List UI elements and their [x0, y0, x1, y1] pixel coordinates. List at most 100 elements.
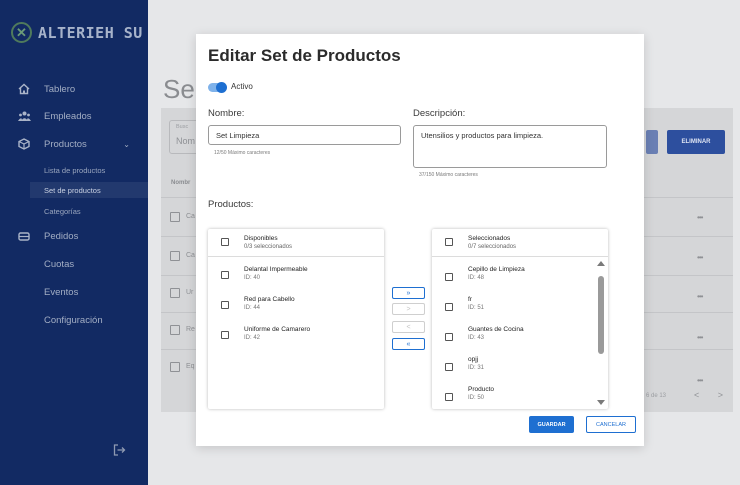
- list-item[interactable]: Producto ID: 50: [432, 386, 608, 408]
- list-item[interactable]: Guantes de Cocina ID: 43: [432, 326, 608, 356]
- row-checkbox[interactable]: [170, 251, 180, 261]
- name-input[interactable]: [208, 125, 401, 145]
- item-checkbox[interactable]: [221, 271, 229, 279]
- scroll-down-arrow-icon[interactable]: [597, 400, 605, 405]
- logout-icon[interactable]: [113, 444, 126, 459]
- row-menu-icon[interactable]: •••: [697, 213, 703, 222]
- sidebar-item-cuotas[interactable]: Cuotas: [0, 253, 148, 275]
- row-checkbox[interactable]: [170, 212, 180, 222]
- item-name: Guantes de Cocina: [468, 326, 524, 333]
- name-helper-text: 12/50 Máximo caracteres: [214, 150, 271, 156]
- item-checkbox[interactable]: [445, 273, 453, 281]
- move-all-right-button[interactable]: »: [392, 287, 425, 299]
- dialog-title: Editar Set de Productos: [208, 46, 401, 65]
- pagination-arrows: < >: [694, 390, 723, 400]
- sidebar-subitem-lista-productos[interactable]: Lista de productos: [44, 166, 105, 175]
- row-menu-icon[interactable]: •••: [697, 292, 703, 301]
- item-id: ID: 48: [468, 275, 485, 281]
- sidebar-item-productos[interactable]: Productos ⌄: [0, 133, 148, 155]
- sidebar-item-label: Productos: [44, 138, 87, 150]
- delete-button[interactable]: ELIMINAR: [667, 130, 725, 154]
- products-label: Productos:: [208, 199, 254, 210]
- item-checkbox[interactable]: [221, 301, 229, 309]
- sidebar-item-configuracion[interactable]: Configuración: [0, 309, 148, 331]
- item-name: Delantal Impermeable: [244, 266, 308, 273]
- row-checkbox[interactable]: [170, 288, 180, 298]
- selected-products-list: Seleccionados 0/7 seleccionados Cepillo …: [432, 229, 608, 409]
- sidebar-item-label: Tablero: [44, 83, 76, 95]
- item-name: Uniforme de Camarero: [244, 326, 311, 333]
- description-label: Descripción:: [413, 108, 466, 119]
- item-checkbox[interactable]: [445, 333, 453, 341]
- scroll-up-arrow-icon[interactable]: [597, 261, 605, 266]
- sidebar-item-label: Eventos: [44, 286, 79, 298]
- item-id: ID: 51: [468, 305, 485, 311]
- item-id: ID: 44: [244, 305, 261, 311]
- chevron-left-icon[interactable]: <: [694, 390, 699, 400]
- table-cell: Ca: [186, 213, 195, 220]
- sidebar-item-tablero[interactable]: Tablero: [0, 78, 148, 100]
- scrollbar-thumb[interactable]: [598, 276, 604, 354]
- item-checkbox[interactable]: [445, 363, 453, 371]
- page-title: Se: [163, 74, 195, 104]
- select-all-available-checkbox[interactable]: [221, 238, 229, 246]
- name-label: Nombre:: [208, 108, 245, 119]
- sidebar-item-label: Pedidos: [44, 230, 79, 242]
- list-item[interactable]: opjj ID: 31: [432, 356, 608, 386]
- available-title: Disponibles: [244, 235, 278, 242]
- item-checkbox[interactable]: [221, 331, 229, 339]
- app-logo[interactable]: ✕ ALTERIEH SU: [11, 22, 143, 43]
- select-all-selected-checkbox[interactable]: [445, 238, 453, 246]
- cancel-button[interactable]: CANCELAR: [586, 416, 636, 433]
- list-item[interactable]: Cepillo de Limpieza ID: 48: [432, 266, 608, 296]
- chevron-right-icon[interactable]: >: [718, 390, 723, 400]
- move-all-left-button[interactable]: «: [392, 338, 425, 350]
- description-helper-text: 37/150 Máximo caracteres: [419, 172, 478, 178]
- table-cell: Re: [186, 326, 195, 333]
- item-id: ID: 50: [468, 395, 485, 401]
- scrollbar[interactable]: [596, 259, 606, 407]
- item-checkbox[interactable]: [445, 393, 453, 401]
- item-name: fr: [468, 296, 472, 303]
- sidebar-item-label: Cuotas: [44, 258, 75, 270]
- move-left-button[interactable]: <: [392, 321, 425, 333]
- item-id: ID: 43: [468, 335, 485, 341]
- sidebar-subitem-categorias[interactable]: Categorías: [44, 207, 81, 216]
- sidebar-item-eventos[interactable]: Eventos: [0, 281, 148, 303]
- add-button[interactable]: [646, 130, 658, 154]
- row-menu-icon[interactable]: •••: [697, 333, 703, 342]
- list-item[interactable]: fr ID: 51: [432, 296, 608, 326]
- row-checkbox[interactable]: [170, 362, 180, 372]
- row-menu-icon[interactable]: •••: [697, 253, 703, 262]
- row-menu-icon[interactable]: •••: [697, 376, 703, 385]
- logo-text: ALTERIEH SU: [38, 23, 143, 42]
- column-header-nombre: Nombr: [171, 180, 191, 186]
- close-x-circle-icon: ✕: [11, 22, 32, 43]
- item-name: Cepillo de Limpieza: [468, 266, 525, 273]
- item-id: ID: 42: [244, 335, 261, 341]
- active-toggle[interactable]: [208, 82, 227, 93]
- item-id: ID: 31: [468, 365, 485, 371]
- sidebar-item-empleados[interactable]: Empleados: [0, 105, 148, 127]
- list-item[interactable]: Uniforme de Camarero ID: 42: [208, 326, 384, 356]
- search-label: Busc: [176, 124, 189, 130]
- pagination-info: 6 de 13: [646, 393, 667, 399]
- table-cell: Ur: [186, 289, 194, 296]
- sidebar-item-pedidos[interactable]: Pedidos: [0, 225, 148, 247]
- selected-count: 0/7 seleccionados: [468, 244, 517, 250]
- active-label: Activo: [231, 82, 253, 91]
- available-list-header: Disponibles 0/3 seleccionados: [208, 229, 384, 257]
- move-right-button[interactable]: >: [392, 303, 425, 315]
- list-item[interactable]: Delantal Impermeable ID: 40: [208, 266, 384, 296]
- list-item[interactable]: Red para Cabello ID: 44: [208, 296, 384, 326]
- row-checkbox[interactable]: [170, 325, 180, 335]
- sidebar-item-label: Empleados: [44, 110, 92, 122]
- item-name: opjj: [468, 356, 479, 363]
- description-textarea[interactable]: Utensilios y productos para limpieza.: [413, 125, 607, 168]
- sidebar-item-label: Configuración: [44, 314, 103, 326]
- save-button[interactable]: GUARDAR: [529, 416, 574, 433]
- item-checkbox[interactable]: [445, 303, 453, 311]
- selected-title: Seleccionados: [468, 235, 511, 242]
- sidebar-subitem-set-productos[interactable]: Set de productos: [44, 186, 101, 195]
- item-name: Producto: [468, 386, 495, 393]
